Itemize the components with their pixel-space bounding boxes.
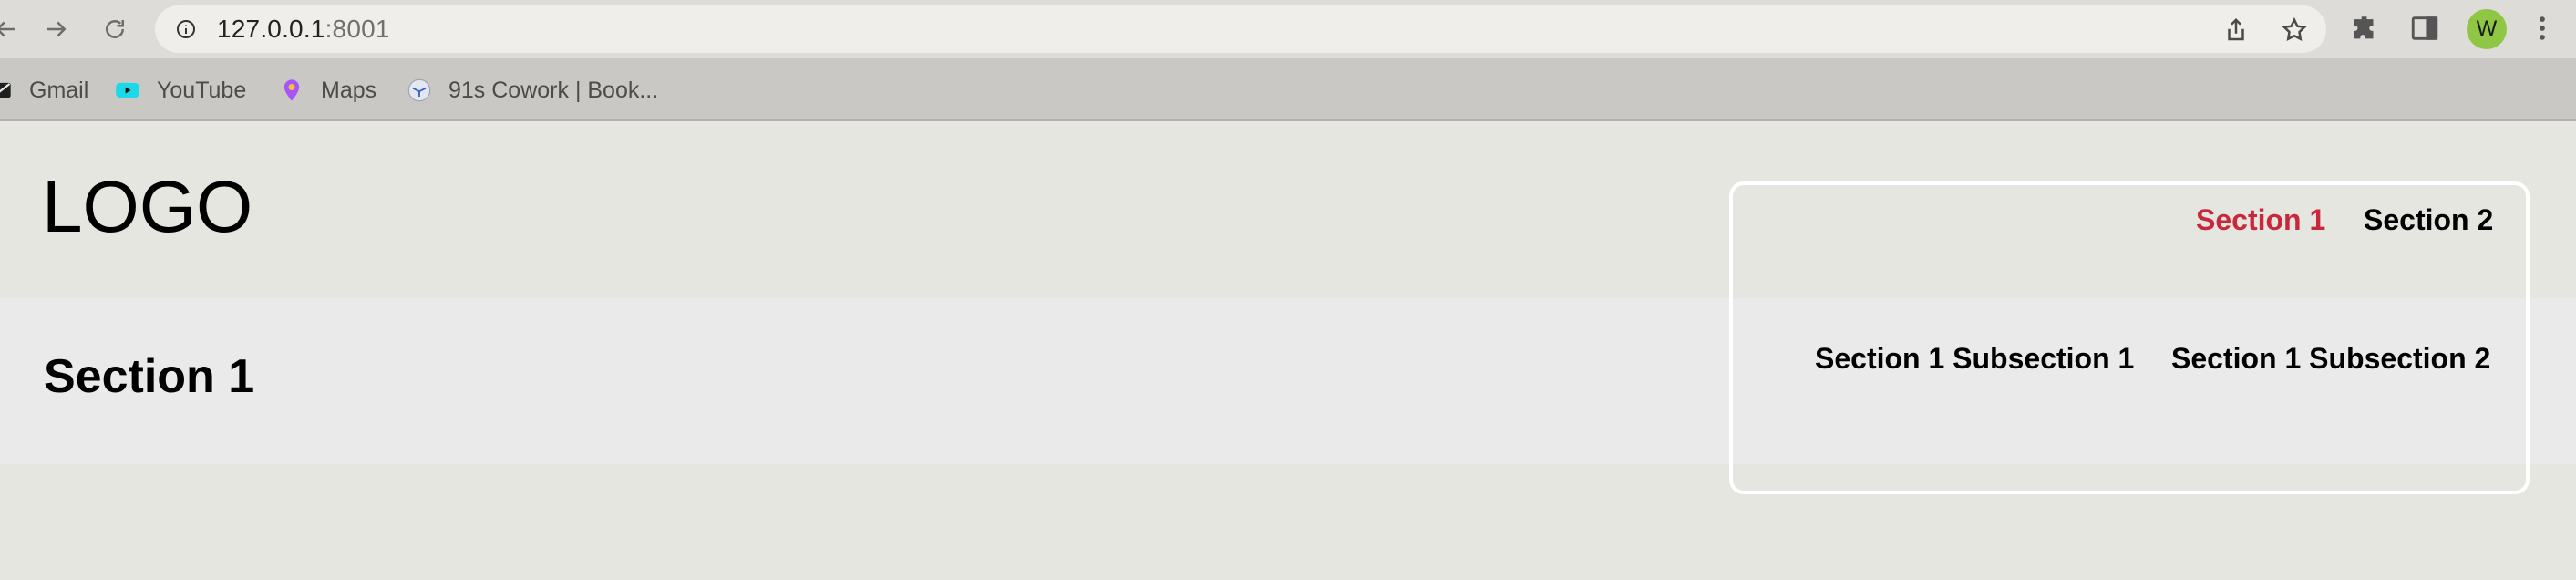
nav-link-section-1[interactable]: Section 1	[2196, 203, 2325, 237]
youtube-icon	[116, 82, 139, 98]
bookmark-cowork[interactable]: 91s Cowork | Book...	[407, 77, 658, 104]
navigation-menu: Section 1 Section 2 Section 1 Subsection…	[1729, 181, 2530, 494]
bookmarks-bar: Gmail YouTube Maps 91s Cowork | Book...	[0, 58, 2576, 120]
site-info-icon[interactable]	[175, 18, 197, 40]
share-icon[interactable]	[2222, 16, 2250, 44]
forward-icon[interactable]	[38, 11, 75, 47]
extensions-icon[interactable]	[2350, 13, 2381, 44]
bookmark-gmail[interactable]: Gmail	[0, 77, 88, 104]
nav-link-subsection-2[interactable]: Section 1 Subsection 2	[2171, 342, 2490, 376]
nav-link-section-2[interactable]: Section 2	[2364, 203, 2493, 237]
profile-avatar[interactable]: W	[2467, 9, 2507, 49]
cowork-icon	[407, 78, 431, 102]
url-text[interactable]: 127.0.0.1:8001	[217, 16, 390, 42]
browser-toolbar: 127.0.0.1:8001 W	[0, 0, 2576, 58]
bookmark-maps[interactable]: Maps	[279, 77, 376, 104]
address-bar[interactable]: 127.0.0.1:8001	[155, 5, 2326, 53]
reload-icon[interactable]	[97, 11, 133, 47]
page-title: Section 1	[44, 350, 255, 403]
gmail-icon	[0, 82, 11, 98]
bookmark-star-icon[interactable]	[2281, 16, 2308, 44]
menu-kebab-icon[interactable]	[2527, 13, 2558, 44]
side-panel-icon[interactable]	[2409, 13, 2440, 44]
nav-link-subsection-1[interactable]: Section 1 Subsection 1	[1815, 342, 2134, 376]
maps-icon	[283, 79, 300, 101]
site-logo[interactable]: LOGO	[42, 171, 252, 243]
back-icon[interactable]	[0, 11, 24, 47]
bookmark-youtube[interactable]: YouTube	[115, 77, 246, 104]
